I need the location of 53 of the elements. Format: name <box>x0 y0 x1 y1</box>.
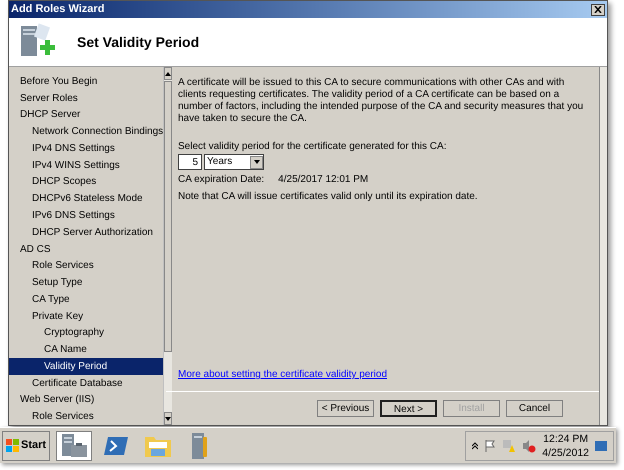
step-item[interactable]: Before You Begin <box>9 73 164 90</box>
scroll-thumb[interactable] <box>164 81 172 352</box>
step-item[interactable]: IPv4 WINS Settings <box>9 156 164 174</box>
description-text: A certificate will be issued to this CA to secure communications with other CAs and with clients requesting certificates. The validity period of a CA certificate can be based on a number of factors, including the intended purpose of the CA and security measures that you have taken to secure the CA. <box>178 77 584 125</box>
windows-logo-icon <box>6 438 20 452</box>
wizard-button[interactable]: Next > <box>380 400 437 417</box>
step-item[interactable]: Certificate Database <box>9 374 164 392</box>
powershell-icon <box>102 434 130 456</box>
wizard-button[interactable]: < Previous <box>317 400 374 417</box>
expiration-value: 4/25/2017 12:01 PM <box>278 174 368 186</box>
server-toolbox-icon <box>59 432 90 458</box>
taskbar-app-button[interactable] <box>56 430 92 460</box>
period-number-field[interactable]: 5 <box>178 154 202 170</box>
window-scrollbar[interactable] <box>599 67 607 425</box>
step-item[interactable]: Server Roles <box>9 90 164 107</box>
window-title: Add Roles Wizard <box>11 2 104 18</box>
expiration-label: CA expiration Date: <box>178 174 264 186</box>
close-button[interactable] <box>591 4 605 16</box>
flag-icon[interactable] <box>484 440 496 452</box>
step-item[interactable]: Validity Period <box>9 358 164 375</box>
dropdown-arrow-icon <box>254 160 260 164</box>
step-item[interactable]: Setup Type <box>9 274 164 291</box>
step-item[interactable]: Network Connection Bindings <box>9 123 164 140</box>
step-item[interactable]: Web Server (IIS) <box>9 392 164 408</box>
scrollbar[interactable] <box>163 67 172 425</box>
step-item[interactable]: CA Type <box>9 290 164 308</box>
step-item[interactable]: DHCPv6 Stateless Mode <box>9 190 164 208</box>
clock-time[interactable]: 12:24 PM <box>543 432 588 446</box>
step-item[interactable]: DHCP Server <box>9 106 164 124</box>
start-button[interactable]: Start <box>2 430 50 460</box>
step-item[interactable]: Role Services <box>9 257 164 274</box>
step-item[interactable]: IPv4 DNS Settings <box>9 140 164 157</box>
speaker-muted-icon[interactable] <box>522 438 536 452</box>
help-link[interactable]: More about setting the certificate validity period <box>178 369 587 381</box>
clock-date[interactable]: 4/25/2012 <box>542 446 589 460</box>
close-icon <box>594 6 602 13</box>
step-item[interactable]: AD CS <box>9 240 164 258</box>
step-item[interactable]: Cryptography <box>9 324 164 342</box>
period-unit-dropdown[interactable]: Years <box>204 154 264 170</box>
step-item[interactable]: Role Services <box>9 408 164 426</box>
step-item[interactable]: Private Key <box>9 308 164 324</box>
chevron-up-icon[interactable] <box>472 442 478 450</box>
step-item[interactable]: CA Name <box>9 341 164 358</box>
wizard-button[interactable]: Cancel <box>506 400 563 417</box>
period-label: Select validity period for the certificate generated for this CA: <box>178 141 448 153</box>
step-item[interactable]: DHCP Server Authorization <box>9 224 164 241</box>
page-heading: Set Validity Period <box>77 32 200 52</box>
up-arrow-icon <box>165 72 172 76</box>
note-text: Note that CA will issue certificates valid only until its expiration date. <box>178 191 479 203</box>
down-arrow-icon <box>165 416 172 420</box>
step-item[interactable]: DHCP Scopes <box>9 174 164 190</box>
show-desktop-icon[interactable] <box>595 440 607 450</box>
step-item[interactable]: IPv6 DNS Settings <box>9 207 164 224</box>
